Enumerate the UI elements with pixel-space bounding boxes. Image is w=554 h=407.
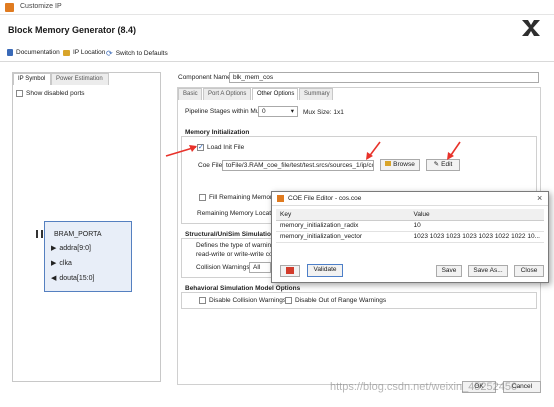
tab-summary[interactable]: Summary <box>299 88 333 100</box>
row-key: memory_initialization_vector <box>276 231 410 243</box>
toolbar: Documentation IP Location ⟳ Switch to De… <box>0 45 554 62</box>
collision-warnings-label: Collision Warnings <box>196 264 250 271</box>
table-header-row: Key Value <box>276 209 544 221</box>
fill-remaining-checkbox[interactable] <box>199 194 206 201</box>
port-label: clka <box>59 259 72 267</box>
behavioral-sim-title: Behavioral Simulation Model Options <box>185 285 301 292</box>
switch-defaults-label: Switch to Defaults <box>115 50 168 57</box>
disable-range-option[interactable]: Disable Out of Range Warnings <box>285 297 386 304</box>
browse-button[interactable]: Browse <box>380 159 420 171</box>
close-icon[interactable]: × <box>537 193 542 203</box>
port-clka: ▶ clka <box>51 259 72 268</box>
bram-porta-port: BRAM_PORTA <box>36 230 102 238</box>
pdf-button[interactable] <box>280 265 300 277</box>
input-arrow-icon: ▶ <box>51 245 57 252</box>
output-arrow-icon: ◀ <box>51 275 57 282</box>
disable-range-checkbox[interactable] <box>285 297 292 304</box>
pipeline-select[interactable]: 0 ▾ <box>258 106 298 117</box>
disable-range-label: Disable Out of Range Warnings <box>295 297 387 304</box>
app-icon <box>277 195 284 202</box>
book-icon <box>7 49 13 56</box>
ip-location-label: IP Location <box>73 49 106 56</box>
row-key: memory_initialization_radix <box>276 220 410 232</box>
switch-defaults-button[interactable]: ⟳ Switch to Defaults <box>106 49 168 58</box>
load-init-option[interactable]: Load Init File <box>197 144 244 151</box>
documentation-label: Documentation <box>16 49 60 56</box>
close-button[interactable]: Close <box>514 265 544 277</box>
table-row[interactable]: memory_initialization_radix 10 <box>276 220 544 232</box>
port-addra: ▶ addra[9:0] <box>51 244 91 253</box>
input-arrow-icon: ▶ <box>51 260 57 267</box>
chevron-down-icon: ▾ <box>290 108 294 115</box>
dialog-header: Block Memory Generator (8.4) <box>0 16 554 44</box>
port-label: addra[9:0] <box>59 244 91 252</box>
show-disabled-label: Show disabled ports <box>26 90 85 97</box>
tab-power-estimation[interactable]: Power Estimation <box>51 73 109 85</box>
window-titlebar: Customize IP <box>0 0 554 15</box>
validate-button[interactable]: Validate <box>307 264 343 277</box>
column-key: Key <box>276 209 410 221</box>
disable-collision-option[interactable]: Disable Collision Warnings <box>199 297 286 304</box>
load-init-label: Load Init File <box>207 144 245 151</box>
annotation-arrow-icon <box>447 141 461 160</box>
column-value: Value <box>409 209 544 221</box>
save-button[interactable]: Save <box>436 265 462 277</box>
mux-size-text: Mux Size: 1x1 <box>303 109 344 116</box>
coe-file-input[interactable]: toFile/3.RAM_coe_file/test/test.srcs/sou… <box>222 160 374 171</box>
documentation-button[interactable]: Documentation <box>7 49 60 56</box>
coe-file-editor-dialog: COE File Editor - cos.coe × Key Value me… <box>271 191 549 283</box>
disable-collision-checkbox[interactable] <box>199 297 206 304</box>
collision-warnings-select[interactable]: All <box>249 262 271 273</box>
edit-label: Edit <box>441 161 453 168</box>
app-icon <box>5 3 14 12</box>
coe-editor-titlebar: COE File Editor - cos.coe × <box>272 192 548 206</box>
watermark: https://blog.csdn.net/weixin_45252450 <box>330 381 518 393</box>
page-title: Block Memory Generator (8.4) <box>8 25 137 35</box>
tab-ip-symbol[interactable]: IP Symbol <box>13 73 51 85</box>
disable-collision-label: Disable Collision Warnings <box>209 297 287 304</box>
pipeline-value: 0 <box>262 108 266 115</box>
coe-table: Key Value memory_initialization_radix 10… <box>276 209 544 243</box>
show-disabled-checkbox[interactable] <box>16 90 23 97</box>
ip-location-button[interactable]: IP Location <box>63 49 105 56</box>
tab-basic[interactable]: Basic <box>178 88 202 100</box>
component-name-label: Component Name <box>178 74 231 81</box>
port-group-label: BRAM_PORTA <box>54 230 102 238</box>
folder-icon <box>63 49 70 56</box>
annotation-arrow-icon <box>165 145 197 157</box>
tab-port-a-options[interactable]: Port A Options <box>203 88 251 100</box>
window-title: Customize IP <box>20 3 62 10</box>
row-value[interactable]: 10 <box>409 220 544 232</box>
coe-file-label: Coe File <box>198 162 223 169</box>
browse-label: Browse <box>393 161 415 168</box>
table-row[interactable]: memory_initialization_vector 1023 1023 1… <box>276 231 544 243</box>
tab-other-options[interactable]: Other Options <box>252 88 298 100</box>
row-value[interactable]: 1023 1023 1023 1023 1023 1022 1022 10... <box>409 231 544 243</box>
folder-icon <box>385 161 392 166</box>
show-disabled-ports[interactable]: Show disabled ports <box>16 90 85 97</box>
save-as-button[interactable]: Save As... <box>468 265 508 277</box>
pdf-icon <box>286 266 294 274</box>
port-label: douta[15:0] <box>59 274 95 282</box>
pipeline-label: Pipeline Stages within Mux <box>185 108 263 115</box>
annotation-arrow-icon <box>366 141 381 160</box>
vivado-logo-icon <box>522 20 540 36</box>
coe-editor-title: COE File Editor - cos.coe <box>288 195 362 202</box>
refresh-icon: ⟳ <box>106 49 113 58</box>
memory-init-title: Memory Initialization <box>185 129 250 136</box>
port-douta: ◀ douta[15:0] <box>51 274 95 283</box>
pencil-icon: ✎ <box>433 161 440 168</box>
defines-text-2: read-write or write-write collisi <box>196 251 282 258</box>
bus-icon <box>36 230 43 238</box>
component-name-input[interactable]: blk_mem_cos <box>229 72 539 83</box>
